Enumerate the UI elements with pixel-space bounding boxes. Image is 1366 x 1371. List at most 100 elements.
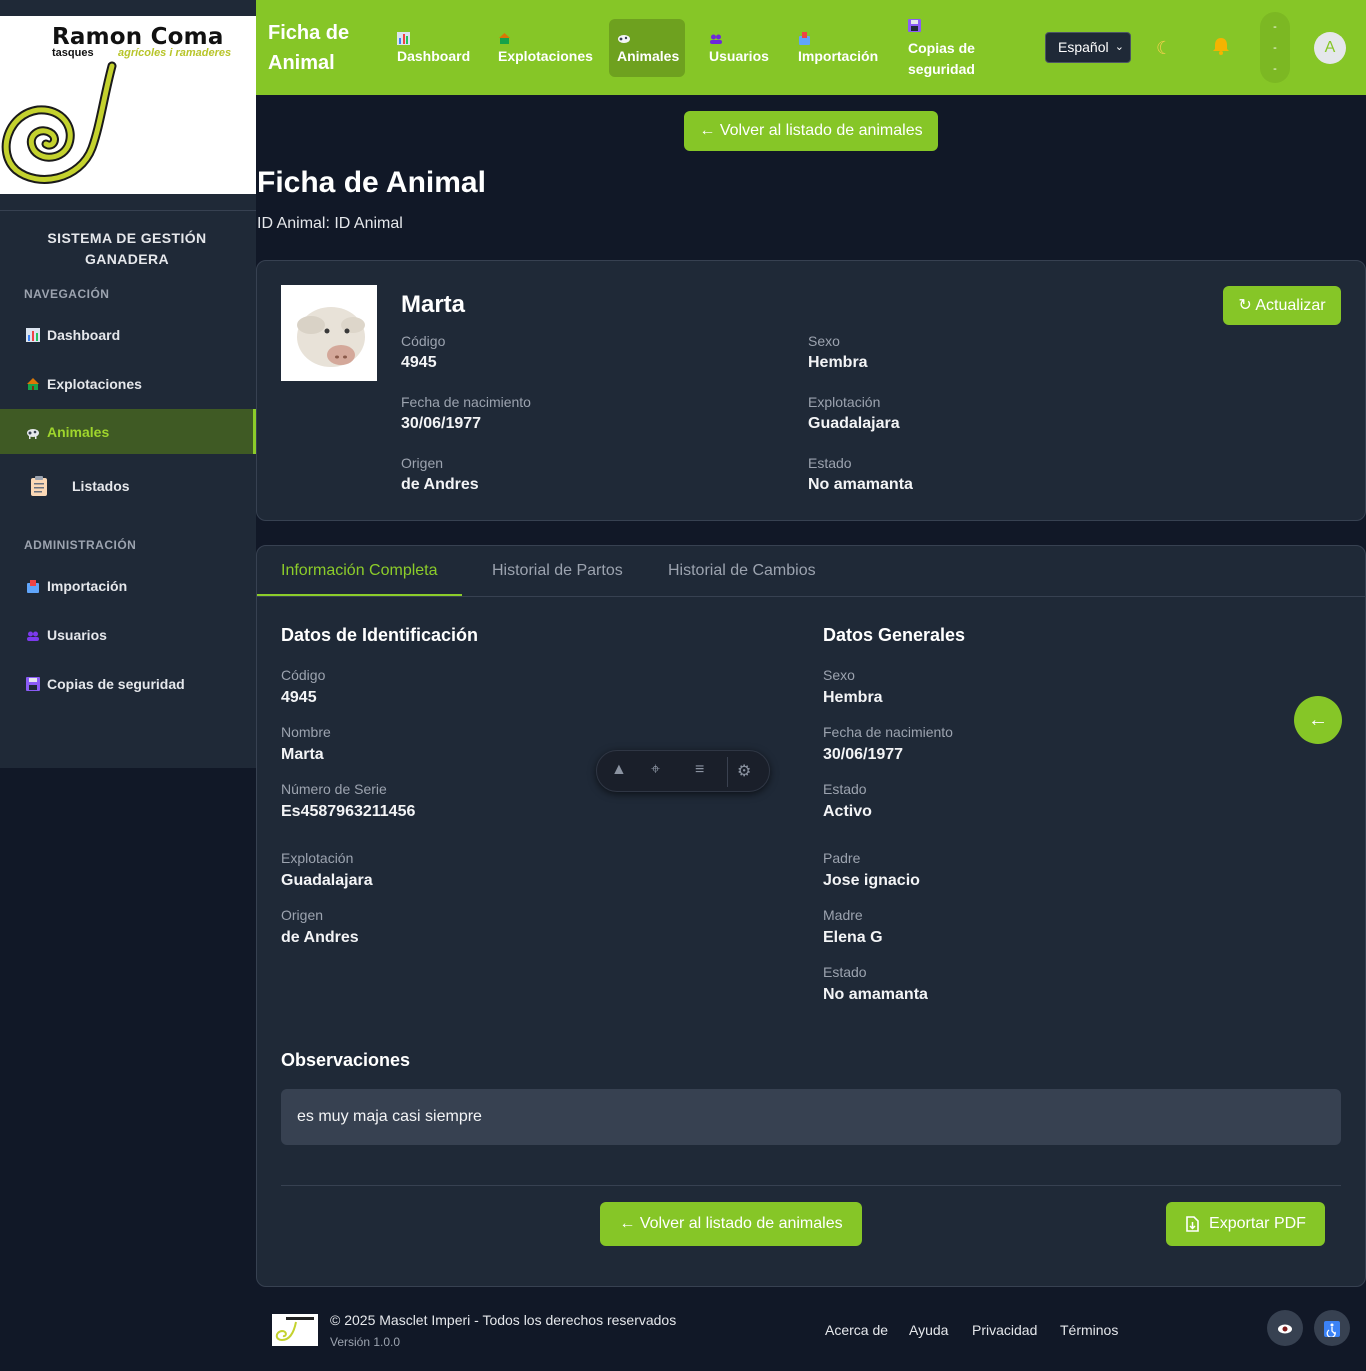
topnav-copias-wrap: Copias de seguridad xyxy=(908,17,1002,80)
inspect-cursor-icon[interactable]: ⌖ xyxy=(651,761,660,779)
settings-gear-icon[interactable]: ⚙ xyxy=(737,761,751,781)
topnav-label: Copias de seguridad xyxy=(908,39,975,77)
sidebar-item-animales[interactable]: Animales xyxy=(0,409,256,454)
cow-icon xyxy=(617,32,677,48)
topnav-dashboard[interactable]: Dashboard xyxy=(389,19,478,77)
origen-value: de Andres xyxy=(401,476,479,493)
cow-photo-icon xyxy=(281,285,377,381)
footer-link-ayuda[interactable]: Ayuda xyxy=(909,1322,948,1338)
farm-icon xyxy=(498,32,593,48)
gen-estado-label: Estado xyxy=(823,781,867,797)
id-serie-label: Número de Serie xyxy=(281,781,387,797)
gen-sexo-value: Hembra xyxy=(823,689,883,706)
file-download-icon xyxy=(1185,1216,1199,1232)
notifications-bell-icon[interactable] xyxy=(1211,36,1231,62)
sidebar: Ramon Coma tasques agrícoles i ramaderes… xyxy=(0,0,256,768)
topnav-label: Usuarios xyxy=(709,48,769,64)
footer-link-acerca[interactable]: Acerca de xyxy=(825,1322,888,1338)
page-subtitle: ID Animal: ID Animal xyxy=(257,215,403,232)
id-serie-value: Es4587963211456 xyxy=(281,803,416,820)
floppy-icon xyxy=(908,17,921,38)
id-explotacion-label: Explotación xyxy=(281,850,354,866)
topnav-explotaciones[interactable]: Explotaciones xyxy=(490,19,601,77)
codigo-label: Código xyxy=(401,333,446,349)
logo-subtitle-right: agrícoles i ramaderes xyxy=(118,47,232,59)
observaciones-title: Observaciones xyxy=(281,1050,411,1070)
sidebar-item-importacion[interactable]: Importación xyxy=(0,563,256,608)
back-to-list-button[interactable]: ← Volver al listado de animales xyxy=(600,1202,862,1246)
footer-logo xyxy=(272,1314,318,1346)
topnav-importacion[interactable]: Importación xyxy=(790,19,886,77)
floating-back-arrow-button[interactable]: ← xyxy=(1294,696,1342,744)
sidebar-item-label: Copias de seguridad xyxy=(47,675,185,692)
id-codigo-label: Código xyxy=(281,667,326,683)
estado-value: No amamanta xyxy=(808,476,913,493)
refresh-button[interactable]: ↻ Actualizar xyxy=(1223,286,1341,325)
observaciones-text: es muy maja casi siempre xyxy=(281,1089,1341,1145)
language-value: Español xyxy=(1058,39,1109,55)
back-to-list-button-top[interactable]: ← Volver al listado de animales xyxy=(684,111,938,151)
top-navbar: Ficha de Animal Dashboard Explotaciones … xyxy=(256,0,1366,95)
toolbar-separator xyxy=(727,757,728,787)
status-pill[interactable]: --- xyxy=(1260,12,1290,83)
footer-link-terminos[interactable]: Términos xyxy=(1060,1322,1118,1338)
page-title: Ficha de Animal xyxy=(257,166,486,199)
export-pdf-button[interactable]: Exportar PDF xyxy=(1166,1202,1325,1246)
nacimiento-value: 30/06/1977 xyxy=(401,415,482,432)
sidebar-item-label: Explotaciones xyxy=(47,375,142,392)
explotacion-value: Guadalajara xyxy=(808,415,900,432)
topnav-usuarios[interactable]: Usuarios xyxy=(701,19,777,77)
id-origen-label: Origen xyxy=(281,907,324,923)
codigo-value: 4945 xyxy=(401,354,437,371)
tab-historial-cambios[interactable]: Historial de Cambios xyxy=(644,546,840,596)
sidebar-item-copias[interactable]: Copias de seguridad xyxy=(0,661,256,706)
audit-list-icon[interactable]: ≡ xyxy=(695,761,704,779)
sidebar-item-usuarios[interactable]: Usuarios xyxy=(0,612,256,657)
origen-label: Origen xyxy=(401,455,444,471)
floating-dev-toolbar: ▲ ⌖ ≡ ⚙ xyxy=(596,750,770,792)
cow-icon xyxy=(26,425,42,439)
sexo-value: Hembra xyxy=(808,354,868,371)
topnav-copias[interactable]: Copias de seguridad xyxy=(900,17,1010,80)
sidebar-item-dashboard[interactable]: Dashboard xyxy=(0,312,256,357)
footer-copyright: © 2025 Masclet Imperi - Todos los derech… xyxy=(330,1312,677,1328)
sidebar-item-listados[interactable]: Listados xyxy=(0,463,256,508)
topnav-label: Animales xyxy=(617,48,680,64)
id-origen-value: de Andres xyxy=(281,929,359,946)
topnav-label: Importación xyxy=(798,48,879,64)
tab-informacion-completa[interactable]: Información Completa xyxy=(257,546,462,596)
sidebar-item-label: Usuarios xyxy=(47,626,107,643)
nav-section-label: NAVEGACIÓN xyxy=(24,287,110,301)
dark-mode-toggle-moon-icon[interactable]: ☾ xyxy=(1156,38,1172,59)
gen-estado-value: Activo xyxy=(823,803,872,820)
nacimiento-label: Fecha de nacimiento xyxy=(401,394,531,410)
users-icon xyxy=(709,32,769,48)
floppy-icon xyxy=(26,676,42,691)
explotacion-label: Explotación xyxy=(808,394,881,410)
farm-icon xyxy=(26,377,42,391)
user-avatar[interactable]: A xyxy=(1314,32,1346,64)
footer-link-privacidad[interactable]: Privacidad xyxy=(972,1322,1037,1338)
gen-nacimiento-label: Fecha de nacimiento xyxy=(823,724,953,740)
language-select[interactable]: Español ⌄ xyxy=(1045,32,1131,63)
topnav-animales[interactable]: Animales xyxy=(609,19,685,77)
inbox-icon xyxy=(26,579,42,593)
users-icon xyxy=(26,628,42,642)
eye-icon[interactable] xyxy=(1267,1310,1303,1346)
system-title: SISTEMA DE GESTIÓN GANADERA xyxy=(47,230,207,267)
chart-icon xyxy=(26,327,42,342)
astro-icon[interactable]: ▲ xyxy=(611,761,627,779)
id-nombre-label: Nombre xyxy=(281,724,331,740)
gen-nacimiento-value: 30/06/1977 xyxy=(823,746,904,763)
gen-sexo-label: Sexo xyxy=(823,667,855,683)
gen-estado2-label: Estado xyxy=(823,964,867,980)
id-codigo-value: 4945 xyxy=(281,689,317,706)
gen-madre-label: Madre xyxy=(823,907,863,923)
export-pdf-label: Exportar PDF xyxy=(1209,1215,1306,1232)
accessibility-icon[interactable] xyxy=(1314,1310,1350,1346)
tabs-divider xyxy=(257,596,1365,597)
generales-title: Datos Generales xyxy=(823,625,966,645)
inbox-icon xyxy=(798,32,878,48)
sidebar-item-explotaciones[interactable]: Explotaciones xyxy=(0,361,256,406)
tab-historial-partos[interactable]: Historial de Partos xyxy=(468,546,647,596)
